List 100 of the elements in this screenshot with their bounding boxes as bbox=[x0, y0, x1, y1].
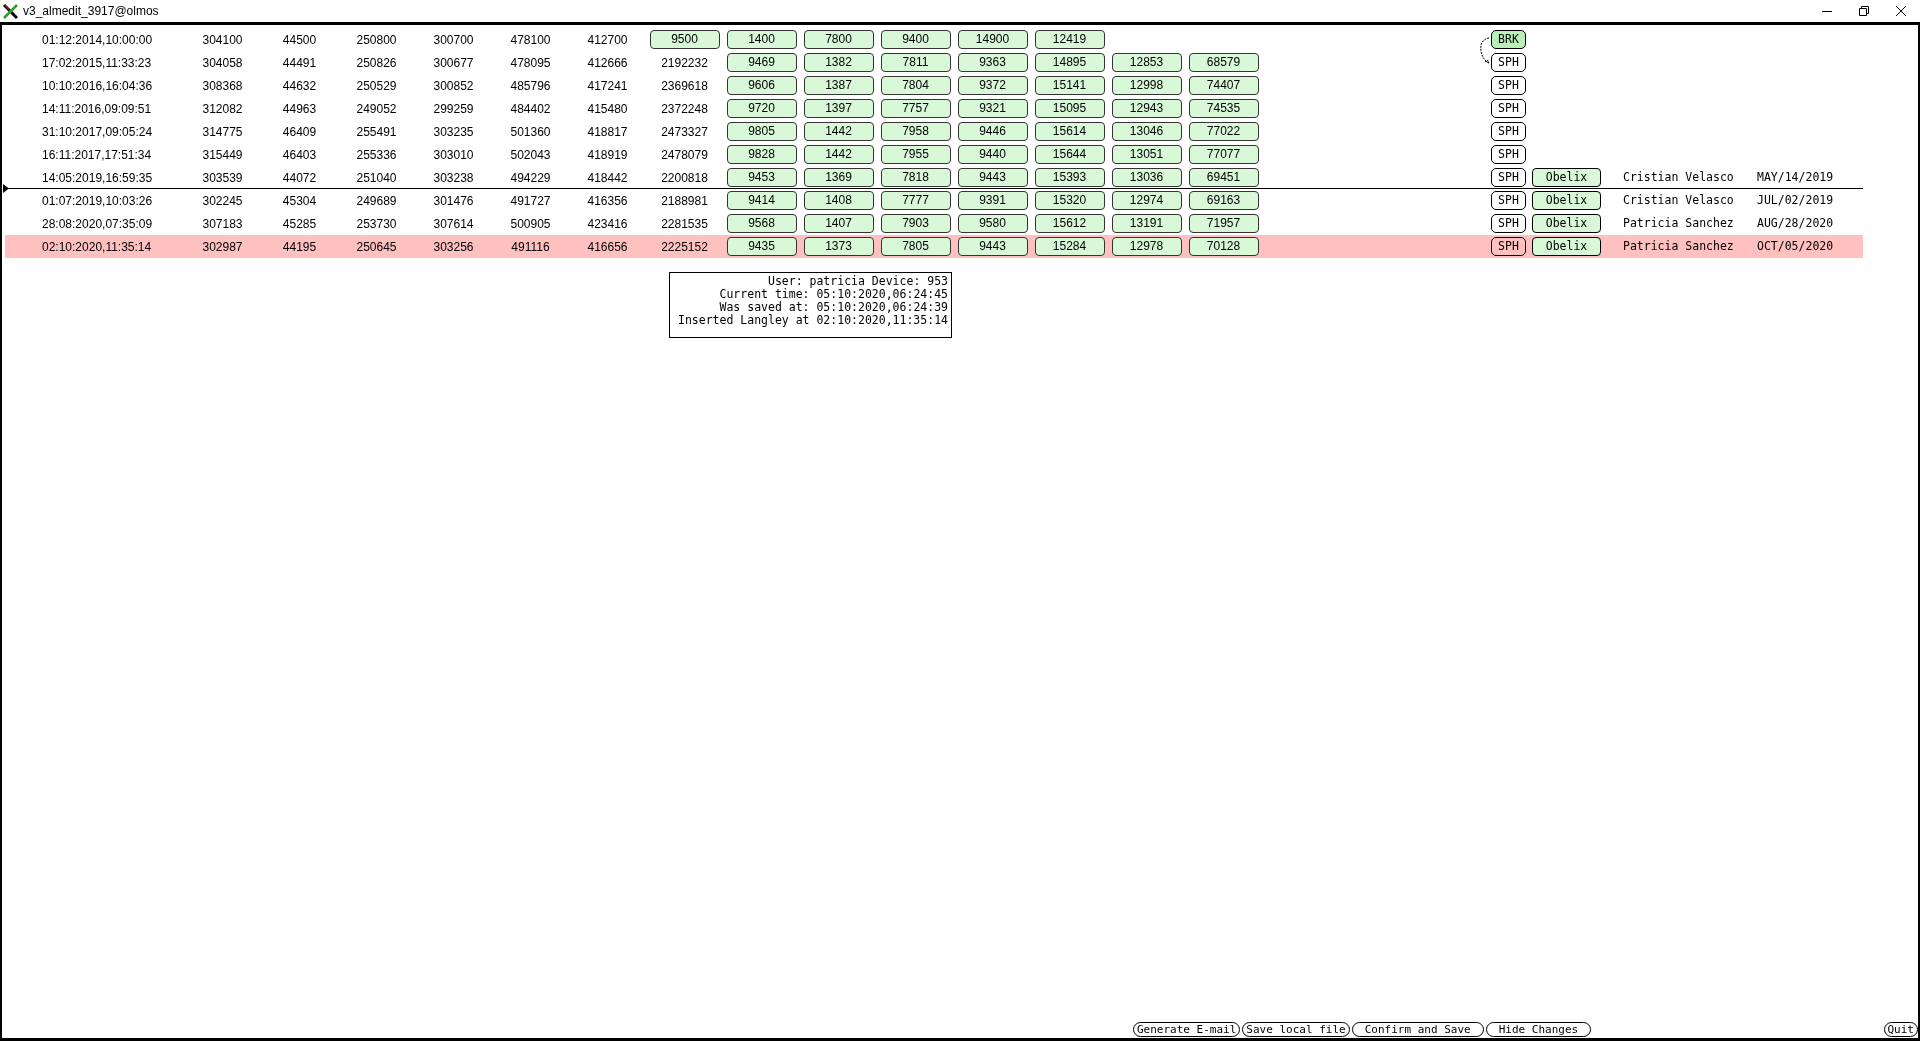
value-box[interactable]: 14895 bbox=[1034, 53, 1105, 72]
value-box[interactable]: 9391 bbox=[957, 191, 1028, 210]
value-box[interactable]: 9443 bbox=[957, 168, 1028, 187]
value-box[interactable]: 13191 bbox=[1111, 214, 1182, 233]
value-box[interactable]: 70128 bbox=[1188, 237, 1259, 256]
value-box[interactable]: 9500 bbox=[649, 30, 720, 49]
value-box[interactable]: 9453 bbox=[726, 168, 797, 187]
value-box[interactable]: 9828 bbox=[726, 145, 797, 164]
value-cell-text: 253730 bbox=[356, 215, 397, 233]
tag-button[interactable]: SPH bbox=[1491, 191, 1526, 210]
value-box[interactable]: 12943 bbox=[1111, 99, 1182, 118]
tag-button[interactable]: SPH bbox=[1491, 76, 1526, 95]
value-box[interactable]: 9446 bbox=[957, 122, 1028, 141]
source-button[interactable]: Obelix bbox=[1532, 191, 1601, 210]
value-box[interactable]: 13046 bbox=[1111, 122, 1182, 141]
value-box[interactable]: 1407 bbox=[803, 214, 874, 233]
tag-button[interactable]: SPH bbox=[1491, 122, 1526, 141]
value-cell-text: 415480 bbox=[587, 100, 628, 118]
value-box[interactable]: 9363 bbox=[957, 53, 1028, 72]
tag-button[interactable]: SPH bbox=[1491, 53, 1526, 72]
value-box[interactable]: 9435 bbox=[726, 237, 797, 256]
value-box[interactable]: 12419 bbox=[1034, 30, 1105, 49]
value-box[interactable]: 1442 bbox=[803, 122, 874, 141]
value-box[interactable]: 7811 bbox=[880, 53, 951, 72]
value-box[interactable]: 68579 bbox=[1188, 53, 1259, 72]
value-box[interactable]: 74407 bbox=[1188, 76, 1259, 95]
value-box[interactable]: 7805 bbox=[880, 237, 951, 256]
value-box[interactable]: 71957 bbox=[1188, 214, 1259, 233]
value-box[interactable]: 12974 bbox=[1111, 191, 1182, 210]
source-button[interactable]: Obelix bbox=[1532, 214, 1601, 233]
value-box[interactable]: 1369 bbox=[803, 168, 874, 187]
value-box[interactable]: 7804 bbox=[880, 76, 951, 95]
value-box[interactable]: 13036 bbox=[1111, 168, 1182, 187]
date-cell-text: 01:12:2014,10:00:00 bbox=[41, 31, 154, 49]
user-name: Patricia Sanchez bbox=[1623, 237, 1735, 255]
x-logo-icon bbox=[3, 3, 18, 19]
value-box[interactable]: 9805 bbox=[726, 122, 797, 141]
quit-button[interactable]: Quit bbox=[1883, 1022, 1918, 1037]
value-box[interactable]: 9372 bbox=[957, 76, 1028, 95]
action-button[interactable]: Confirm and Save bbox=[1351, 1022, 1484, 1037]
value-box[interactable]: 7818 bbox=[880, 168, 951, 187]
action-button[interactable]: Save local file bbox=[1242, 1022, 1350, 1037]
value-box[interactable]: 12853 bbox=[1111, 53, 1182, 72]
value-box[interactable]: 14900 bbox=[957, 30, 1028, 49]
value-cell-text: 303238 bbox=[433, 169, 474, 187]
value-box[interactable]: 69163 bbox=[1188, 191, 1259, 210]
value-box[interactable]: 1397 bbox=[803, 99, 874, 118]
value-box[interactable]: 7958 bbox=[880, 122, 951, 141]
value-box[interactable]: 15141 bbox=[1034, 76, 1105, 95]
value-box[interactable]: 15320 bbox=[1034, 191, 1105, 210]
tag-button[interactable]: BRK bbox=[1491, 30, 1526, 49]
value-box[interactable]: 7777 bbox=[880, 191, 951, 210]
source-button[interactable]: Obelix bbox=[1532, 237, 1601, 256]
value-box[interactable]: 1373 bbox=[803, 237, 874, 256]
value-box[interactable]: 15284 bbox=[1034, 237, 1105, 256]
value-box[interactable]: 9568 bbox=[726, 214, 797, 233]
value-box[interactable]: 1400 bbox=[726, 30, 797, 49]
restore-icon[interactable] bbox=[1859, 6, 1869, 16]
value-box[interactable]: 9720 bbox=[726, 99, 797, 118]
tag-button[interactable]: SPH bbox=[1491, 237, 1526, 256]
tag-button[interactable]: SPH bbox=[1491, 145, 1526, 164]
value-box[interactable]: 15644 bbox=[1034, 145, 1105, 164]
value-cell-text: 303010 bbox=[433, 146, 474, 164]
date-cell-text: 28:08:2020,07:35:09 bbox=[41, 215, 154, 233]
action-button[interactable]: Hide Changes bbox=[1485, 1022, 1592, 1037]
value-box[interactable]: 77022 bbox=[1188, 122, 1259, 141]
user-name: Patricia Sanchez bbox=[1623, 214, 1735, 232]
value-box[interactable]: 1408 bbox=[803, 191, 874, 210]
value-box[interactable]: 9469 bbox=[726, 53, 797, 72]
tag-button[interactable]: SPH bbox=[1491, 168, 1526, 187]
action-button[interactable]: Generate E-mail bbox=[1133, 1022, 1241, 1037]
value-box[interactable]: 1382 bbox=[803, 53, 874, 72]
value-box[interactable]: 9321 bbox=[957, 99, 1028, 118]
value-box[interactable]: 77077 bbox=[1188, 145, 1259, 164]
value-box[interactable]: 74535 bbox=[1188, 99, 1259, 118]
tag-button[interactable]: SPH bbox=[1491, 99, 1526, 118]
value-box[interactable]: 7903 bbox=[880, 214, 951, 233]
value-box[interactable]: 9606 bbox=[726, 76, 797, 95]
tag-button[interactable]: SPH bbox=[1491, 214, 1526, 233]
value-box[interactable]: 12998 bbox=[1111, 76, 1182, 95]
close-icon[interactable] bbox=[1896, 6, 1906, 16]
value-box[interactable]: 9400 bbox=[880, 30, 951, 49]
value-box[interactable]: 9414 bbox=[726, 191, 797, 210]
value-box[interactable]: 13051 bbox=[1111, 145, 1182, 164]
value-box[interactable]: 1387 bbox=[803, 76, 874, 95]
value-box[interactable]: 7955 bbox=[880, 145, 951, 164]
value-box[interactable]: 7800 bbox=[803, 30, 874, 49]
value-box[interactable]: 9443 bbox=[957, 237, 1028, 256]
value-box[interactable]: 9580 bbox=[957, 214, 1028, 233]
value-box[interactable]: 12978 bbox=[1111, 237, 1182, 256]
value-box[interactable]: 1442 bbox=[803, 145, 874, 164]
value-box[interactable]: 15612 bbox=[1034, 214, 1105, 233]
value-box[interactable]: 15614 bbox=[1034, 122, 1105, 141]
source-button[interactable]: Obelix bbox=[1532, 168, 1601, 187]
value-box[interactable]: 69451 bbox=[1188, 168, 1259, 187]
value-box[interactable]: 15393 bbox=[1034, 168, 1105, 187]
value-box[interactable]: 7757 bbox=[880, 99, 951, 118]
value-box[interactable]: 15095 bbox=[1034, 99, 1105, 118]
value-box[interactable]: 9440 bbox=[957, 145, 1028, 164]
date-cell-text: 01:07:2019,10:03:26 bbox=[41, 192, 154, 210]
